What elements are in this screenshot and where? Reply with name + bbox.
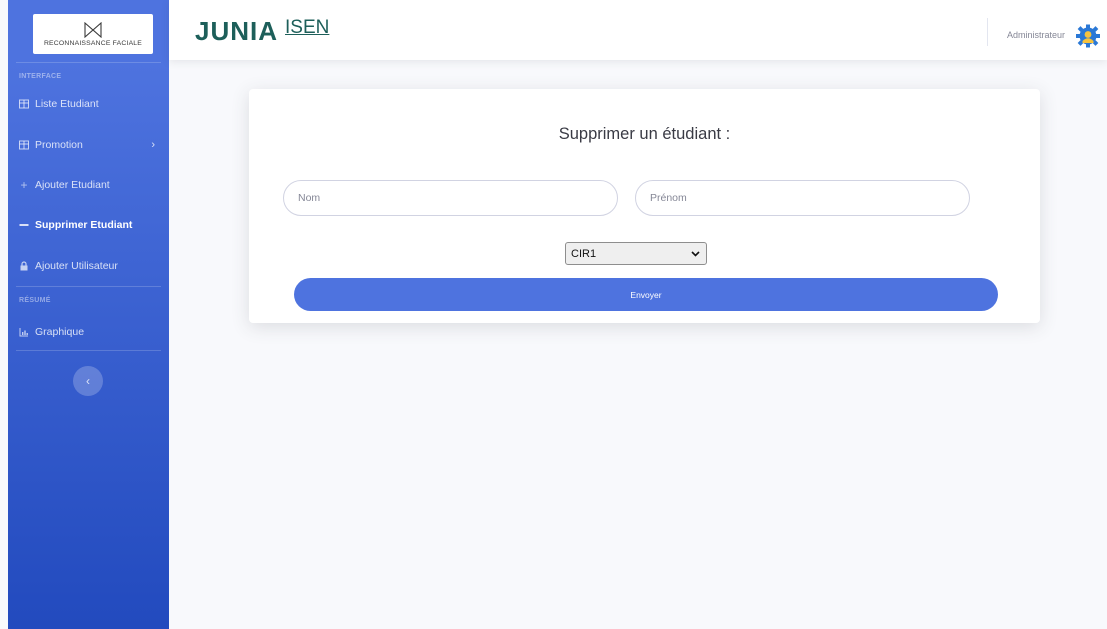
sidebar-item-ajouter-utilisateur[interactable]: Ajouter Utilisateur xyxy=(8,247,169,285)
promotion-select-value: CIR1 xyxy=(571,247,597,260)
brand-main: JUNIA xyxy=(195,16,279,46)
lock-icon xyxy=(19,261,29,271)
topbar: JUNIA ISEN Administrateur xyxy=(169,0,1107,60)
sidebar-item-label: Ajouter Etudiant xyxy=(35,179,110,191)
logo-text: RECONNAISSANCE FACIALE xyxy=(43,39,143,47)
sidebar-item-promotion[interactable]: Promotion › xyxy=(8,126,169,164)
brand-logo[interactable]: JUNIA ISEN xyxy=(195,16,330,46)
sidebar-item-label: Promotion xyxy=(35,139,83,151)
sidebar-divider xyxy=(16,62,161,63)
table-icon xyxy=(19,99,29,109)
sidebar-divider xyxy=(16,350,161,351)
delete-student-card: Supprimer un étudiant : CIR1 Envoyer xyxy=(249,89,1040,323)
chevron-down-icon xyxy=(691,251,700,257)
sidebar-item-label: Ajouter Utilisateur xyxy=(35,260,118,272)
sidebar-divider xyxy=(16,286,161,287)
sidebar-item-label: Liste Etudiant xyxy=(35,98,99,110)
sidebar-heading-interface: INTERFACE xyxy=(19,73,62,80)
sidebar: RECONNAISSANCE FACIALE INTERFACE Liste E… xyxy=(8,0,169,629)
table-icon xyxy=(19,140,29,150)
promotion-select[interactable]: CIR1 xyxy=(565,242,707,265)
prenom-input[interactable] xyxy=(635,180,970,216)
page-title: Supprimer un étudiant : xyxy=(558,125,731,143)
sidebar-item-ajouter-etudiant[interactable]: + Ajouter Etudiant xyxy=(8,166,169,204)
plus-icon: + xyxy=(20,178,28,192)
topbar-divider xyxy=(987,18,988,46)
chevron-right-icon: › xyxy=(151,139,155,151)
face-logo-icon xyxy=(84,21,102,38)
submit-button[interactable]: Envoyer xyxy=(294,278,998,311)
avatar-gear-icon[interactable] xyxy=(1075,24,1101,48)
sidebar-heading-resume: RÉSUMÉ xyxy=(19,297,51,304)
sidebar-item-label: Supprimer Etudiant xyxy=(35,219,133,231)
brand-sub: ISEN xyxy=(285,17,330,38)
sidebar-item-graphique[interactable]: Graphique xyxy=(8,313,169,351)
submit-button-label: Envoyer xyxy=(630,289,662,300)
user-name[interactable]: Administrateur xyxy=(1007,30,1065,40)
sidebar-item-label: Graphique xyxy=(35,326,85,338)
sidebar-toggle-button[interactable]: ‹ xyxy=(73,366,103,396)
chevron-left-icon: ‹ xyxy=(86,374,90,388)
sidebar-item-liste-etudiant[interactable]: Liste Etudiant xyxy=(8,85,169,123)
minus-icon xyxy=(19,220,29,230)
chart-icon xyxy=(19,327,29,337)
app-logo[interactable]: RECONNAISSANCE FACIALE xyxy=(33,14,153,54)
sidebar-item-supprimer-etudiant[interactable]: Supprimer Etudiant xyxy=(8,206,169,244)
nom-input[interactable] xyxy=(283,180,618,216)
